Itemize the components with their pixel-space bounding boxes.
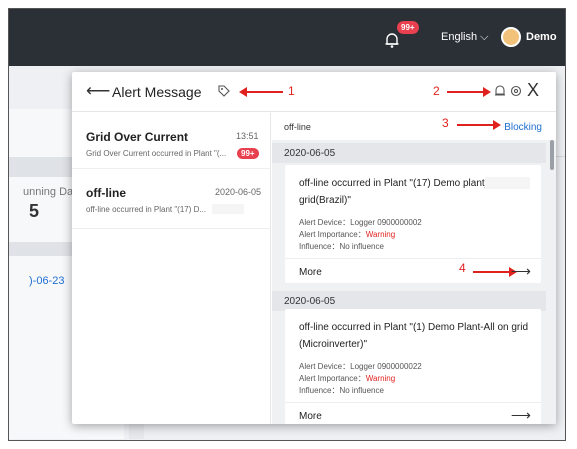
alert-device: Alert Device：Logger 0900000002	[299, 217, 422, 228]
redacted-box	[485, 177, 530, 189]
alert-influence-label: Influence：	[299, 242, 340, 251]
notification-badge: 99+	[397, 21, 419, 34]
app-frame: 99+ English ⌵ Demo unning Da 5 )-06-23 ⟵…	[8, 8, 566, 441]
list-item-summary: off-line occurred in Plant "(17) D...	[86, 205, 207, 214]
back-arrow-icon[interactable]: ⟵	[86, 81, 110, 101]
detail-header: off-line 3 Blocking	[272, 113, 556, 140]
alert-device-label: Alert Device：	[299, 362, 351, 371]
alert-device-value: Logger 0900000002	[350, 218, 422, 227]
scrollbar[interactable]	[550, 140, 554, 170]
detail-category: off-line	[284, 122, 311, 132]
annotation-label-1: 1	[288, 84, 295, 98]
settings-icon[interactable]	[509, 84, 523, 98]
blocking-button[interactable]: Blocking	[504, 122, 542, 133]
avatar[interactable]	[501, 27, 521, 47]
top-bar: 99+ English ⌵ Demo	[9, 9, 565, 66]
alert-detail-pane: off-line 3 Blocking 2020-06-05 off-line …	[272, 113, 556, 424]
dialog-header: ⟵ Alert Message 1 2 X	[72, 72, 556, 112]
annotation-arrow-1	[239, 87, 283, 97]
list-item-title: Grid Over Current	[86, 130, 189, 144]
more-arrow-icon[interactable]: ⟶	[511, 407, 531, 424]
close-icon[interactable]: X	[527, 80, 539, 101]
annotation-label-2: 2	[433, 84, 440, 98]
more-link[interactable]: More	[299, 267, 322, 278]
more-link[interactable]: More	[299, 411, 322, 422]
alert-influence-value: No influence	[339, 242, 384, 251]
unread-badge: 99+	[237, 148, 259, 159]
alert-importance-label: Alert Importance：	[299, 374, 366, 383]
divider	[285, 402, 541, 403]
annotation-arrow-2	[447, 87, 491, 97]
alert-importance-value: Warning	[365, 230, 396, 239]
list-item-time: 13:51	[236, 131, 259, 141]
background-number: 5	[29, 201, 40, 221]
tag-icon[interactable]	[217, 84, 231, 98]
list-item-title: off-line	[86, 186, 126, 200]
alert-device: Alert Device：Logger 0900000022	[299, 361, 422, 372]
annotation-label-3: 3	[442, 116, 449, 130]
annotation-label-4: 4	[459, 261, 466, 275]
alert-card: off-line occurred in Plant "(1) Demo Pla…	[285, 309, 541, 424]
bell-icon[interactable]	[383, 31, 401, 49]
alert-influence: Influence：No influence	[299, 241, 384, 252]
alert-message-dialog: ⟵ Alert Message 1 2 X Grid Over Current …	[72, 72, 556, 424]
list-item-time: 2020-06-05	[215, 187, 262, 197]
alarm-icon[interactable]	[493, 84, 507, 98]
alert-influence-label: Influence：	[299, 386, 340, 395]
dialog-title: Alert Message	[112, 84, 202, 100]
alert-importance: Alert Importance：Warning	[299, 373, 395, 384]
more-arrow-icon[interactable]: ⟶	[511, 263, 531, 280]
annotation-arrow-3	[457, 120, 501, 130]
alert-device-label: Alert Device：	[299, 218, 351, 227]
alert-influence: Influence：No influence	[299, 385, 384, 396]
annotation-arrow-4	[473, 267, 517, 277]
alert-importance: Alert Importance：Warning	[299, 229, 395, 240]
date-group-header: 2020-06-05	[272, 143, 546, 163]
list-item-summary: Grid Over Current occurred in Plant "(..…	[86, 149, 227, 158]
user-name[interactable]: Demo	[526, 31, 557, 43]
language-selector[interactable]: English ⌵	[441, 31, 488, 44]
alert-device-value: Logger 0900000022	[350, 362, 422, 371]
date-group-header: 2020-06-05	[272, 291, 546, 311]
background-running-label: unning Da	[23, 186, 74, 198]
list-item[interactable]: off-line 2020-06-05 off-line occurred in…	[72, 169, 271, 229]
background-date-link[interactable]: )-06-23	[29, 275, 64, 287]
list-item[interactable]: Grid Over Current 13:51 Grid Over Curren…	[72, 113, 271, 169]
alert-influence-value: No influence	[339, 386, 384, 395]
redacted-box	[212, 204, 244, 214]
alert-card: off-line occurred in Plant "(17) Demo pl…	[285, 165, 541, 283]
alert-card-title: off-line occurred in Plant "(1) Demo Pla…	[299, 322, 529, 350]
divider	[285, 258, 541, 259]
alert-list: Grid Over Current 13:51 Grid Over Curren…	[72, 113, 271, 424]
alert-importance-label: Alert Importance：	[299, 230, 366, 239]
alert-importance-value: Warning	[365, 374, 396, 383]
